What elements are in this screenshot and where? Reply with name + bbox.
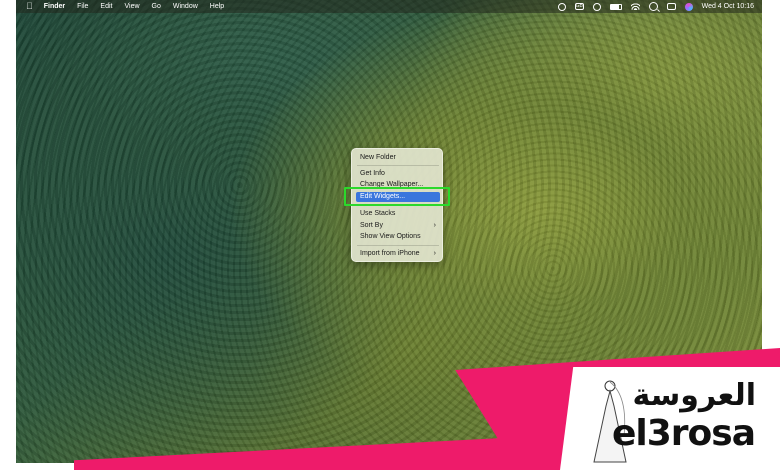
cloud-sync-icon[interactable]	[557, 2, 566, 11]
chevron-right-icon: ›	[433, 250, 436, 257]
menu-item-new-folder[interactable]: New Folder	[356, 153, 440, 163]
menu-file[interactable]: File	[77, 3, 88, 10]
menu-separator	[357, 165, 439, 166]
battery-icon[interactable]	[609, 3, 622, 10]
user-circle-icon[interactable]	[592, 2, 601, 11]
menu-go[interactable]: Go	[152, 3, 161, 10]
chevron-right-icon: ›	[433, 222, 436, 229]
display-badge-icon[interactable]: GB	[574, 3, 584, 10]
menu-help[interactable]: Help	[210, 3, 224, 10]
menu-item-label: Import from iPhone	[360, 250, 420, 257]
status-area: GB Wed 4 Oct 10:16	[557, 0, 754, 13]
control-center-icon[interactable]	[666, 3, 676, 10]
annotation-highlight-box	[344, 187, 450, 206]
apple-logo-icon[interactable]: 	[26, 0, 33, 13]
menu-item-show-view-options[interactable]: Show View Options	[356, 232, 440, 242]
clock[interactable]: Wed 4 Oct 10:16	[702, 3, 754, 10]
menu-item-sort-by[interactable]: Sort By ›	[356, 221, 440, 231]
watermark-latin-text: el3rosa	[612, 413, 756, 454]
menu-edit[interactable]: Edit	[100, 3, 112, 10]
menu-finder[interactable]: Finder	[44, 3, 65, 10]
menu-separator	[357, 245, 439, 246]
watermark-arabic-text: العروسة	[632, 378, 757, 413]
menu-item-get-info[interactable]: Get Info	[356, 169, 440, 179]
menu-item-import-from-iphone[interactable]: Import from iPhone ›	[356, 249, 440, 259]
menu-item-use-stacks[interactable]: Use Stacks	[356, 209, 440, 219]
menu-bar:  Finder File Edit View Go Window Help G…	[16, 0, 762, 13]
menu-view[interactable]: View	[124, 3, 139, 10]
wifi-icon[interactable]	[630, 3, 640, 10]
search-icon[interactable]	[648, 2, 658, 11]
siri-icon[interactable]	[684, 2, 693, 11]
menu-item-label: Sort By	[360, 222, 383, 229]
menu-window[interactable]: Window	[173, 3, 198, 10]
